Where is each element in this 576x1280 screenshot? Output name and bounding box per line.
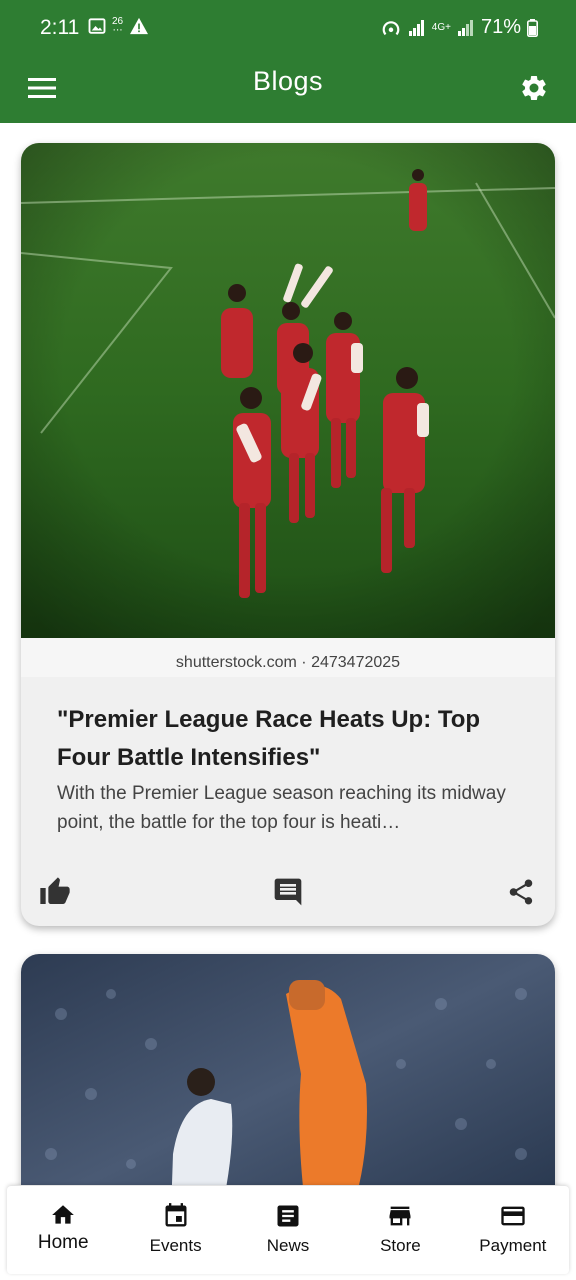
signal-weak-icon bbox=[457, 19, 473, 36]
battery-percent: 71% bbox=[480, 16, 521, 38]
toolbar: Blogs bbox=[0, 58, 576, 123]
blog-image: shutterstock.com · 2473472025 bbox=[21, 143, 555, 677]
battery-icon bbox=[527, 18, 538, 37]
credit-card-icon bbox=[501, 1206, 525, 1226]
blog-image bbox=[21, 954, 555, 1185]
nav-events[interactable]: Events bbox=[119, 1186, 231, 1274]
status-bar: 2:11 26 ⋯ 4G+ 71% bbox=[0, 0, 576, 58]
warning-icon bbox=[130, 17, 149, 35]
app-bar: 2:11 26 ⋯ 4G+ 71% Blogs bbox=[0, 0, 576, 123]
gear-icon bbox=[522, 75, 546, 100]
home-icon bbox=[52, 1205, 75, 1224]
comment-button[interactable] bbox=[266, 870, 310, 914]
comment-icon bbox=[274, 878, 302, 906]
network-type: 4G+ bbox=[431, 22, 451, 33]
blog-feed[interactable]: shutterstock.com · 2473472025 "Premier L… bbox=[0, 123, 576, 1185]
bottom-nav: Home Events News Store Payment bbox=[7, 1186, 569, 1274]
nav-home[interactable]: Home bbox=[7, 1186, 119, 1274]
nav-label: News bbox=[266, 1236, 310, 1255]
nav-label: Events bbox=[149, 1236, 202, 1255]
share-icon bbox=[509, 879, 533, 905]
nav-label: Home bbox=[37, 1232, 89, 1253]
page-title: Blogs bbox=[252, 66, 324, 96]
blog-excerpt: With the Premier League season reaching … bbox=[57, 783, 506, 833]
nav-label: Payment bbox=[479, 1236, 547, 1255]
image-icon bbox=[88, 18, 106, 34]
blog-card[interactable] bbox=[21, 954, 555, 1185]
nav-payment[interactable]: Payment bbox=[457, 1186, 569, 1274]
thumb-up-icon bbox=[40, 877, 70, 904]
status-notifications: 26 ⋯ bbox=[88, 16, 149, 36]
share-button[interactable] bbox=[499, 870, 543, 914]
notif-count: 26 ⋯ bbox=[112, 16, 124, 36]
image-watermark: shutterstock.com · 2473472025 bbox=[176, 654, 400, 671]
settings-button[interactable] bbox=[514, 68, 554, 108]
store-icon bbox=[389, 1206, 411, 1226]
calendar-icon bbox=[165, 1203, 187, 1227]
nav-label: Store bbox=[380, 1236, 421, 1255]
status-time: 2:11 bbox=[40, 16, 80, 39]
blog-actions bbox=[21, 870, 555, 914]
like-button[interactable] bbox=[33, 870, 77, 914]
hotspot-icon bbox=[382, 20, 400, 35]
nav-news[interactable]: News bbox=[232, 1186, 344, 1274]
blog-card[interactable]: shutterstock.com · 2473472025 "Premier L… bbox=[21, 143, 555, 926]
nav-store[interactable]: Store bbox=[344, 1186, 456, 1274]
article-icon bbox=[277, 1205, 299, 1227]
status-system: 4G+ 71% bbox=[380, 16, 538, 39]
blog-title[interactable]: "Premier League Race Heats Up: Top Four … bbox=[57, 701, 527, 777]
signal-icon bbox=[408, 19, 424, 36]
